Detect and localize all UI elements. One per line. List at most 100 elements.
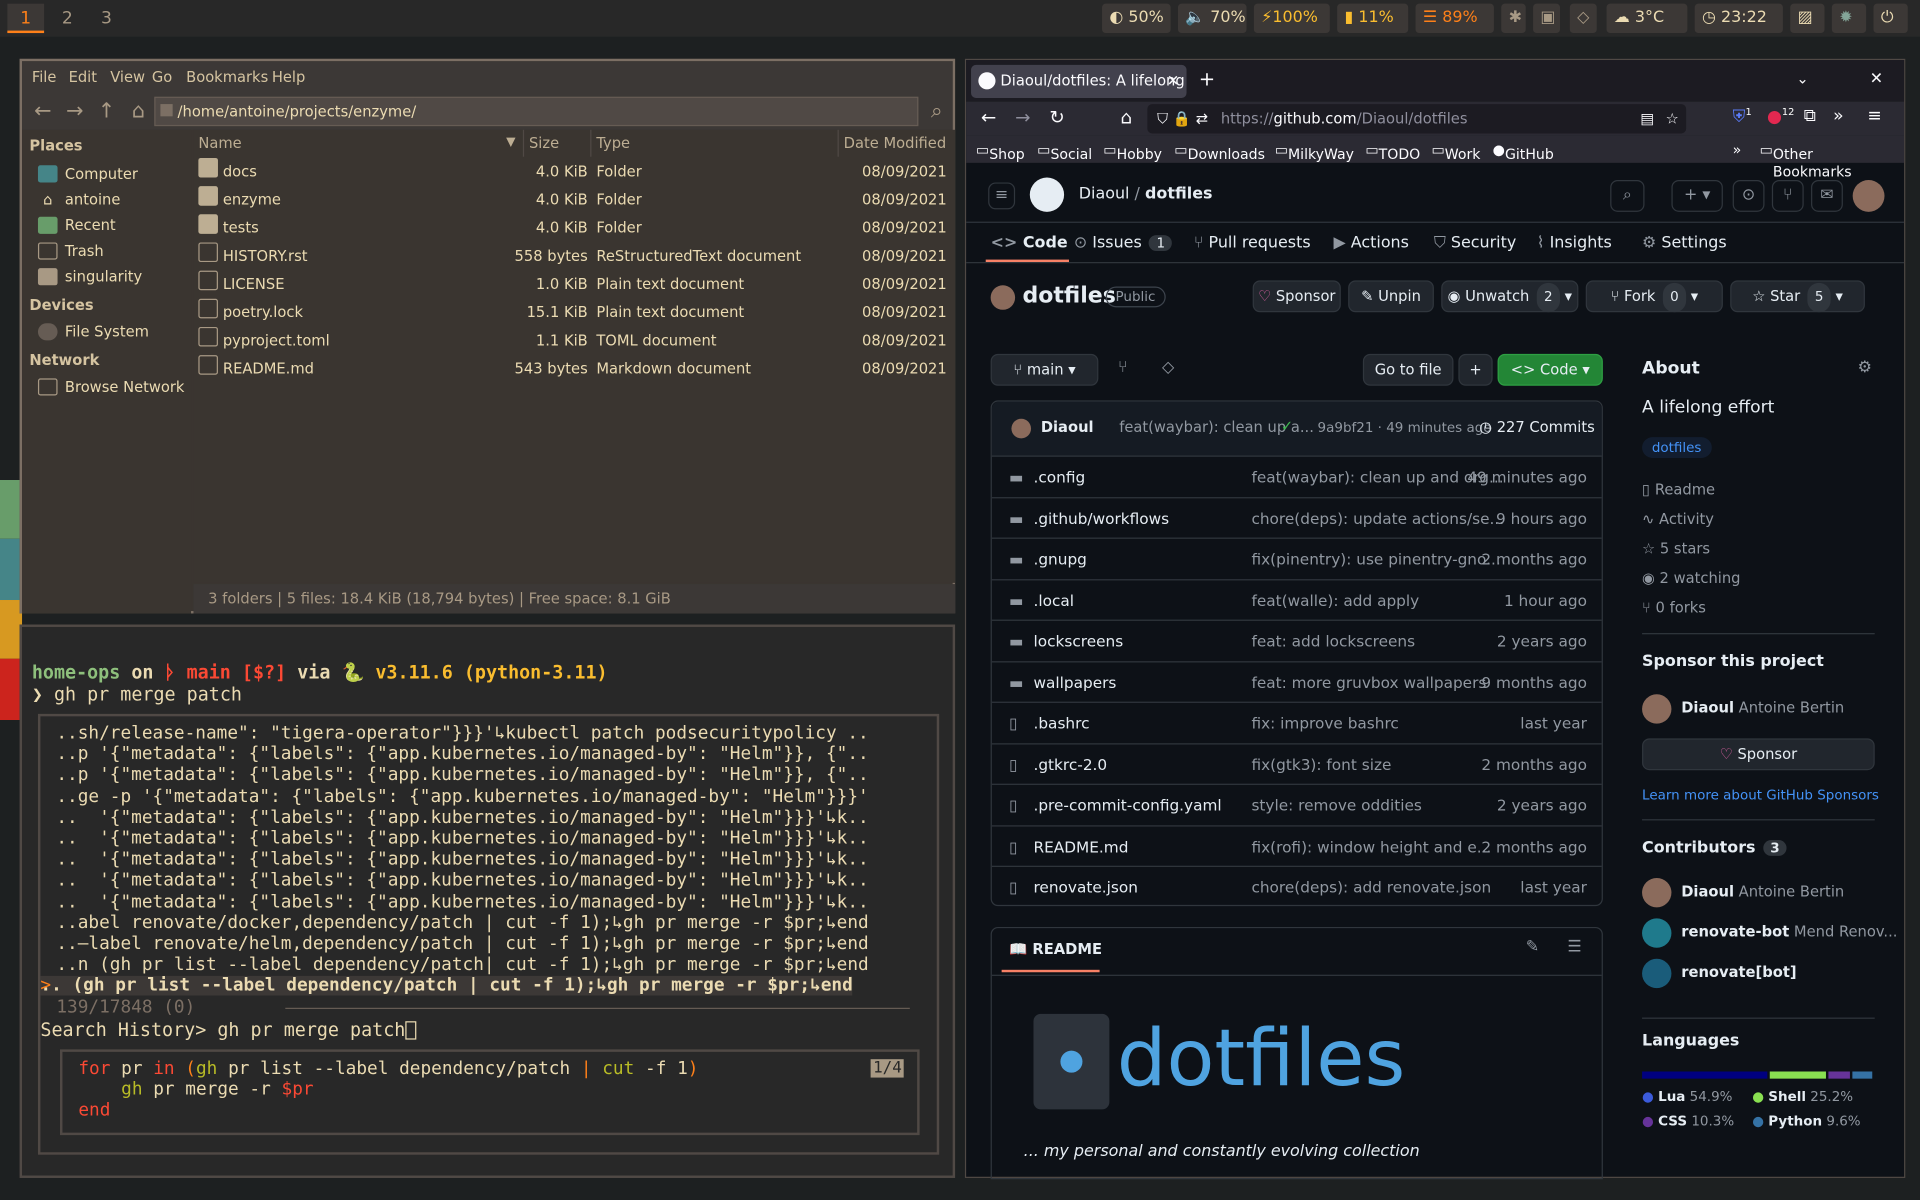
tab-actions[interactable]: ▶ Actions [1333,234,1408,252]
contributor-item[interactable]: renovate[bot] [1681,964,1796,981]
file-row[interactable]: docs 4.0 KiB Folder 08/09/2021 [193,157,955,186]
sidebar-item-home[interactable]: ⌂ antoine [38,187,120,211]
commit-message-link[interactable]: chore(deps): add renovate.json [1251,878,1491,896]
edit-icon[interactable]: ✎ [1526,938,1539,956]
workspace-2[interactable]: 2 [49,4,86,33]
watching-link[interactable]: ◉ 2 watching [1642,569,1740,586]
history-entry[interactable]: ..abel renovate/docker,dependency/patch … [56,913,868,933]
table-row[interactable]: ▬ .github/workflows chore(deps): update ac… [991,496,1602,537]
file-name-link[interactable]: .gnupg [1033,550,1086,568]
add-file-button[interactable]: + [1458,353,1493,386]
commit-message-link[interactable]: chore(deps): update actions/se... [1251,509,1504,527]
menu-file[interactable]: File [32,69,57,86]
forks-link[interactable]: ⑂ 0 forks [1642,599,1706,616]
commit-message-link[interactable]: fix(gtk3): font size [1251,755,1391,773]
location-bar[interactable]: /home/antoine/projects/enzyme/ [154,96,919,127]
extensions-icon[interactable]: ⧉ [1804,107,1816,127]
commits-link[interactable]: ◷ 227 Commits [1479,419,1595,436]
language-item[interactable]: ● Lua 54.9% [1642,1089,1732,1105]
pull-requests-icon[interactable]: ⑂ [1771,180,1804,212]
menu-help[interactable]: Help [272,69,306,86]
bookmark-star-icon[interactable]: ☆ [1666,104,1679,133]
new-tab-icon[interactable]: + [1199,67,1215,90]
table-row[interactable]: ▯ .gtkrc-2.0 fix(gtk3): font size 2 months … [991,742,1602,783]
menu-bookmarks[interactable]: Bookmarks [186,69,268,86]
file-row[interactable]: README.md 543 bytes Markdown document 08/09… [193,355,955,383]
table-row[interactable]: ▬ .local feat(walle): add apply 1 hour ago [991,578,1602,619]
back-icon[interactable]: ← [981,107,996,129]
app-icon[interactable]: ✹ [1831,3,1867,34]
repo-owner-link[interactable]: Diaoul [1079,185,1130,203]
chevrons-icon[interactable]: » [1733,141,1742,158]
fork-button[interactable]: ⑂ Fork 0 ▾ [1585,280,1723,313]
ublock-icon[interactable]: ●12 [1767,107,1794,127]
commit-author[interactable]: Diaoul [1041,419,1094,436]
history-entry[interactable]: ..p '{"metadata": {"labels": {"app.kuber… [56,745,868,765]
repo-title[interactable]: dotfiles [1022,283,1115,309]
table-row[interactable]: ▬ wallpapers feat: more gruvbox wallpapers… [991,660,1602,701]
commit-message-link[interactable]: style: remove oddities [1251,796,1421,814]
commit-message-link[interactable]: fix: improve bashrc [1251,714,1398,732]
back-icon[interactable]: ← [29,98,56,125]
bookmark-downloads[interactable]: ▭ Downloads [1174,141,1265,163]
battery-indicator[interactable]: ▮ 11% [1337,3,1409,34]
commit-hash[interactable]: 9a9bf21 · 49 minutes ago [1318,420,1492,436]
home-icon[interactable]: ⌂ [1120,107,1132,129]
weather-indicator[interactable]: ☁ 3°C [1606,3,1688,34]
column-name[interactable]: Name ▼ [193,129,525,157]
readme-link[interactable]: ▯ Readme [1642,481,1715,498]
sponsor-user[interactable]: Diaoul Antoine Bertin [1681,699,1844,716]
table-row[interactable]: ▯ .bashrc fix: improve bashrc last year [991,701,1602,742]
file-name-link[interactable]: .config [1033,468,1085,486]
sidebar-item-recent[interactable]: Recent [37,213,116,237]
gear-icon[interactable]: ⚙ [1858,359,1872,377]
close-icon[interactable]: ✕ [1167,65,1179,98]
table-row[interactable]: ▯ .pre-commit-config.yaml style: remove od… [991,783,1602,824]
forward-icon[interactable]: → [61,98,88,125]
sidebar-item-computer[interactable]: Computer [37,162,138,186]
table-row[interactable]: ▯ renovate.json chore(deps): add renovate.… [991,865,1602,906]
tab-code[interactable]: <> Code [991,234,1068,252]
file-name-link[interactable]: .gtkrc-2.0 [1033,755,1107,773]
sidebar-item-singularity[interactable]: singularity [37,264,142,288]
bookmark-other[interactable]: ▭ Other Bookmarks [1760,141,1852,180]
menu-go[interactable]: Go [152,69,172,86]
github-logo-icon[interactable] [1029,177,1065,212]
stars-link[interactable]: ☆ 5 stars [1642,540,1710,557]
brightness-indicator[interactable]: ◐ 50% [1102,3,1171,34]
workspace-3[interactable]: 3 [88,4,125,33]
memory-indicator[interactable]: ☰ 89% [1415,3,1494,34]
url-bar[interactable]: ⛉ 🔒 ⇄ https://github.com/Diaoul/dotfiles… [1147,104,1687,134]
branches-icon[interactable]: ⑂ [1118,359,1128,377]
history-entry[interactable]: ..n (gh pr list --label dependency/patch… [56,955,868,975]
create-new-icon[interactable]: + ▾ [1671,180,1723,212]
monitor-icon[interactable]: ▣ [1533,3,1561,34]
search-icon[interactable]: ⌕ [1610,180,1645,212]
sponsor-button[interactable]: ♡ Sponsor [1252,280,1341,313]
table-row[interactable]: ▬ .gnupg fix(pinentry): use pinentry-gno..… [991,537,1602,578]
reload-icon[interactable]: ↻ [1049,107,1064,129]
power-icon[interactable]: ⏻ [1873,3,1908,34]
inbox-icon[interactable]: ✉ [1811,180,1843,212]
history-entry[interactable]: .. (gh pr list --label dependency/patch … [40,976,853,996]
commit-message-link[interactable]: fix(pinentry): use pinentry-gno... [1251,550,1500,568]
language-item[interactable]: ● Shell 25.2% [1752,1089,1853,1105]
contributor-item[interactable]: Diaoul Antoine Bertin [1681,883,1844,900]
search-icon[interactable]: ⌕ [923,98,950,125]
search-history-input[interactable]: Search History> gh pr merge patch [40,1019,417,1041]
forward-icon[interactable]: → [1015,107,1030,129]
sidebar-item-filesystem[interactable]: File System [37,320,149,344]
avatar[interactable] [1642,918,1672,948]
bookmark-todo[interactable]: ▭ TODO [1365,141,1420,163]
column-type[interactable]: Type [591,129,839,157]
commit-message-link[interactable]: fix(rofi): window height and e... [1251,837,1491,855]
history-entry[interactable]: ..ge -p '{"metadata": {"labels": {"app.k… [56,787,868,807]
file-name-link[interactable]: .local [1033,591,1074,609]
history-entry[interactable]: .. '{"metadata": {"labels": {"app.kubern… [56,829,868,849]
issues-icon[interactable]: ⊙ [1732,180,1765,212]
workspace-1[interactable]: 1 [7,3,45,34]
commit-message-link[interactable]: feat(walle): add apply [1251,591,1419,609]
file-name-link[interactable]: lockscreens [1033,632,1123,650]
bookmark-work[interactable]: ▭ Work [1431,141,1480,163]
outline-icon[interactable]: ☰ [1567,938,1581,956]
